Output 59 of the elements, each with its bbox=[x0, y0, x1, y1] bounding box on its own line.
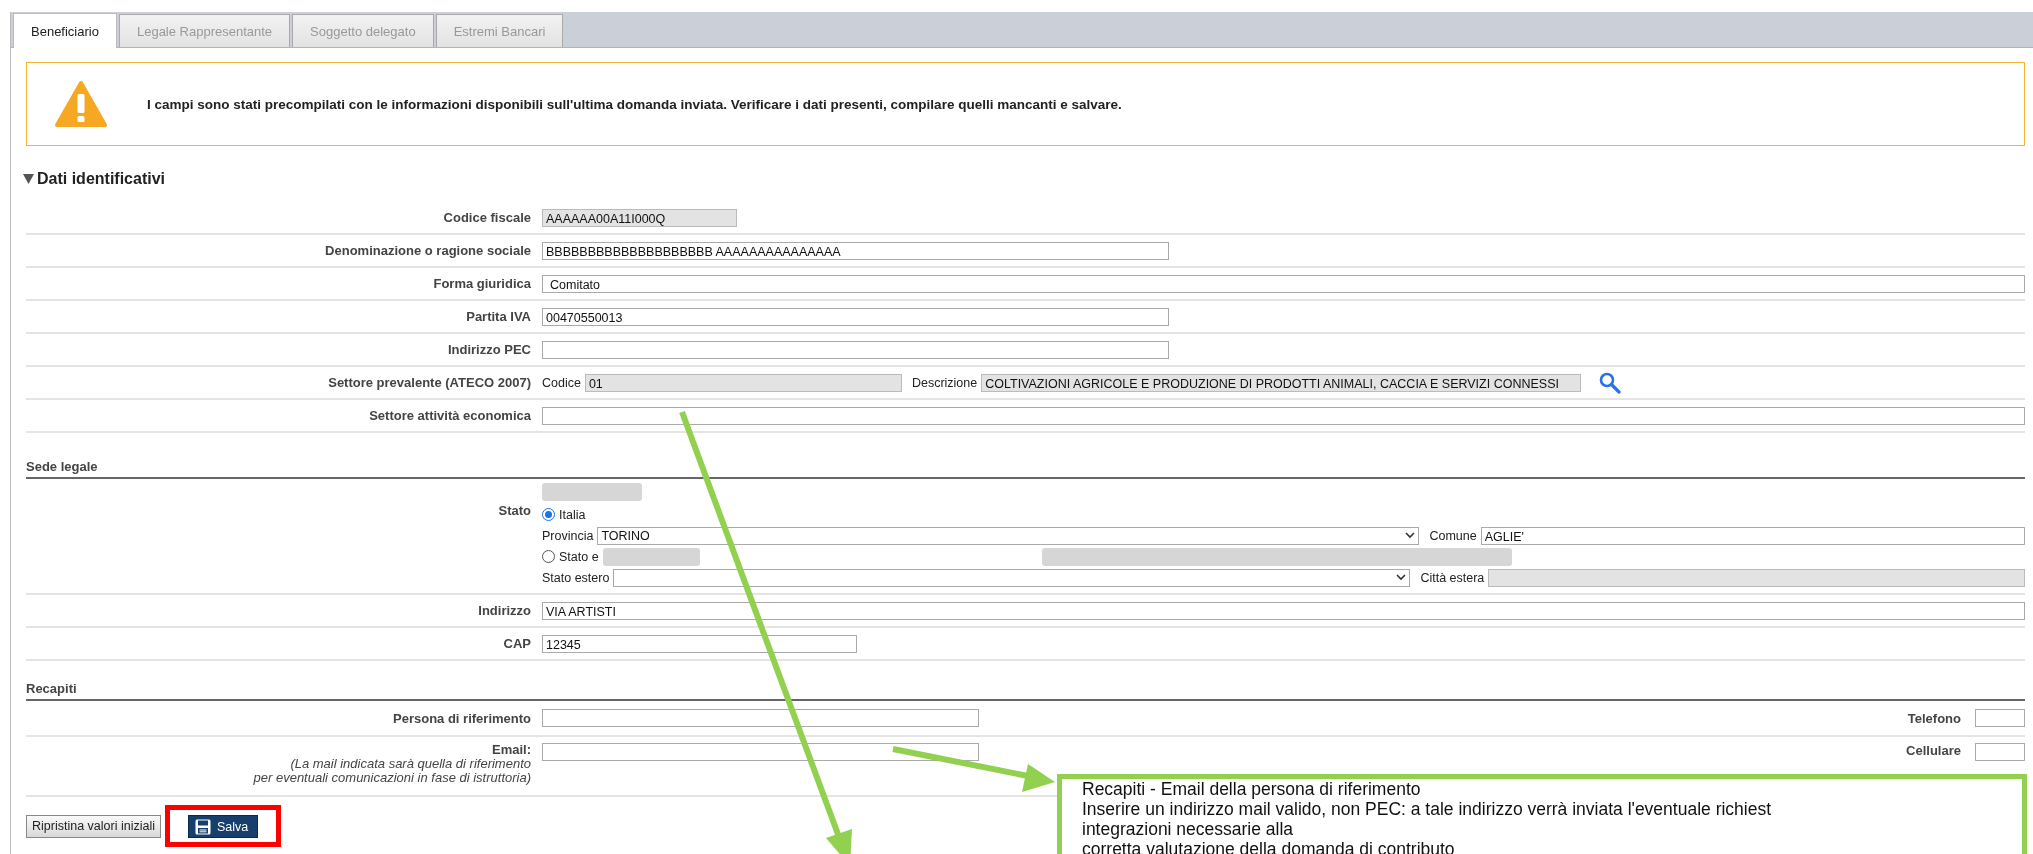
field-label: Forma giuridica bbox=[432, 276, 532, 291]
input-field[interactable]: 12345 bbox=[542, 634, 857, 653]
notice-text: I campi sono stati precompilati con le informazioni disponibili sull'ultima domanda inviata. Verificare i dati presenti, compilare quelli mancanti e salvare. bbox=[147, 96, 1122, 112]
field-label: Stato estero bbox=[542, 570, 610, 585]
select-field[interactable] bbox=[613, 568, 1411, 587]
field-label: Denominazione o ragione sociale bbox=[324, 243, 532, 258]
radio-button[interactable] bbox=[542, 550, 555, 563]
callout-text: Recapiti - Email della persona di riferimento bbox=[1082, 779, 1422, 799]
section-title[interactable]: Dati identificativi bbox=[37, 170, 166, 188]
helper-text: per eventuali comunicazioni in fase di istruttoria) bbox=[252, 771, 531, 785]
radio-label: Stato e bbox=[559, 549, 599, 564]
radio-label: Italia bbox=[559, 507, 586, 522]
input-field[interactable] bbox=[542, 709, 979, 727]
chevron-down-icon bbox=[1396, 574, 1407, 581]
tab[interactable]: Beneficiario bbox=[13, 13, 117, 48]
field-label: CAP bbox=[502, 636, 532, 651]
input-field[interactable]: 01 bbox=[584, 373, 902, 392]
field-label: Codice fiscale bbox=[442, 210, 532, 225]
select-field[interactable] bbox=[542, 406, 2025, 425]
field-label: Settore attività economica bbox=[368, 408, 532, 423]
callout-text: Inserire un indirizzo mail valido, non PEC: a tale indirizzo verrà inviata l'eventuale richiest bbox=[1082, 799, 1773, 819]
save-button[interactable]: Salva bbox=[187, 815, 259, 838]
field-label: Città estera bbox=[1420, 570, 1485, 585]
input-field[interactable]: COLTIVAZIONI AGRICOLE E PRODUZIONE DI PRODOTTI ANIMALI, CACCIA E SERVIZI CONNESSI bbox=[981, 373, 1582, 392]
field-label: Descrizione bbox=[911, 375, 978, 390]
section-title: Recapiti bbox=[26, 681, 2025, 701]
field-label: Email: bbox=[492, 742, 531, 757]
callout-text: integrazioni necessarie alla bbox=[1082, 819, 1295, 839]
input-field[interactable]: AAAAAA00A11I000Q bbox=[542, 208, 737, 227]
radio-button[interactable] bbox=[542, 508, 555, 521]
field-label: Codice bbox=[542, 375, 581, 390]
input-field[interactable] bbox=[1975, 709, 2025, 727]
field-label: Comune bbox=[1429, 528, 1477, 543]
section-title: Sede legale bbox=[26, 459, 2025, 479]
input-field[interactable]: 00470550013 bbox=[542, 307, 1169, 326]
reset-button[interactable]: Ripristina valori iniziali bbox=[26, 814, 161, 838]
triangle-icon[interactable] bbox=[23, 174, 34, 184]
field-label: Provincia bbox=[542, 528, 594, 543]
field-label: Cellulare bbox=[1906, 743, 1961, 758]
search-icon[interactable] bbox=[1599, 371, 1622, 394]
input-field[interactable] bbox=[542, 340, 1169, 359]
input-field[interactable]: BBBBBBBBBBBBBBBBBBBB AAAAAAAAAAAAAAA bbox=[542, 241, 1169, 260]
input-field[interactable]: VIA ARTISTI bbox=[542, 601, 2025, 620]
helper-text: (La mail indicata sarà quella di riferimento bbox=[289, 757, 531, 771]
input-field[interactable] bbox=[1975, 743, 2025, 761]
field-label: Settore prevalente (ATECO 2007) bbox=[327, 375, 532, 390]
input-field[interactable]: AGLIE' bbox=[1480, 526, 2025, 545]
chevron-down-icon bbox=[1405, 532, 1416, 539]
select-field[interactable]: TORINO bbox=[597, 526, 1420, 545]
select-field[interactable]: Comitato bbox=[542, 274, 2025, 293]
field-label: Indirizzo PEC bbox=[446, 342, 532, 357]
warning-icon bbox=[55, 80, 107, 128]
field-label: Telefono bbox=[1907, 710, 1961, 726]
field-label: Partita IVA bbox=[465, 309, 532, 324]
input-field[interactable] bbox=[542, 743, 979, 761]
input-field[interactable] bbox=[1488, 568, 2025, 587]
field-label: Persona di riferimento bbox=[392, 710, 532, 726]
field-label: Indirizzo bbox=[477, 603, 532, 618]
field-label: Stato bbox=[497, 502, 532, 520]
